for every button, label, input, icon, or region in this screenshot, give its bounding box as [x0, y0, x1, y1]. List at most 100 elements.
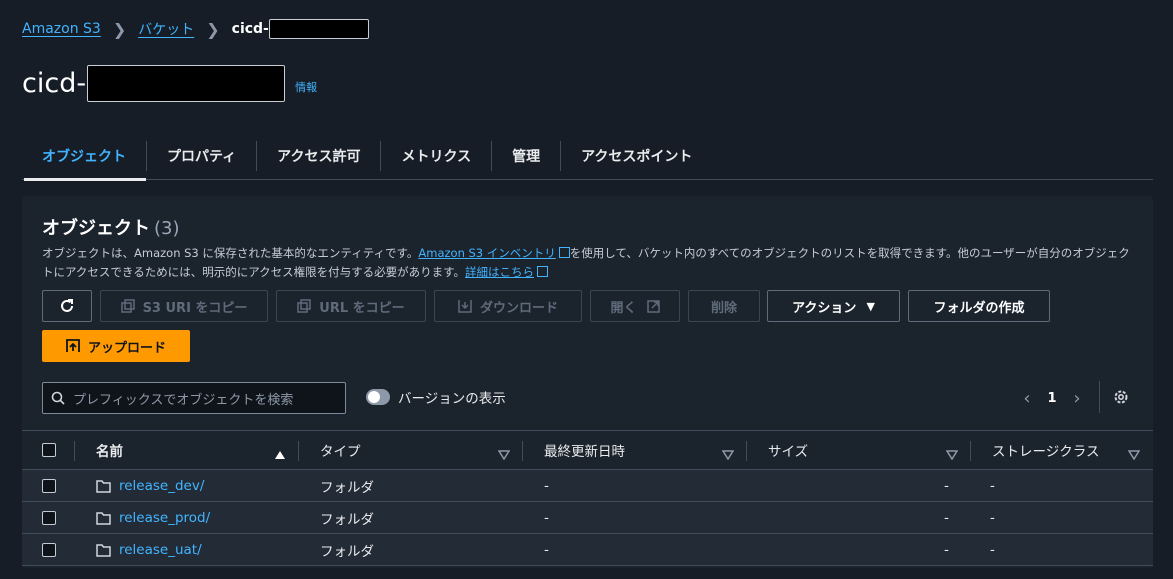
- copy-url-label: URL をコピー: [319, 300, 405, 316]
- storage-class-cell: -: [990, 478, 995, 494]
- chevron-right-icon: ❯: [206, 19, 220, 39]
- type-cell: フォルダ: [320, 512, 374, 528]
- objects-description: オブジェクトは、Amazon S3 に保存された基本的なエンティティです。Ama…: [42, 244, 1137, 282]
- objects-title: オブジェクト: [42, 218, 150, 239]
- show-versions-label: バージョンの表示: [398, 391, 506, 407]
- column-divider: [298, 441, 299, 461]
- gear-icon[interactable]: [1112, 388, 1130, 410]
- table-header: 名前 タイプ 最終更新日時 サイズ ストレージクラス: [22, 430, 1153, 470]
- s3-bucket-page: Amazon S3 ❯ バケット ❯ cicd- cicd- 情報 オブジェクト…: [0, 0, 1173, 579]
- column-header-last-modified[interactable]: 最終更新日時: [544, 431, 625, 469]
- storage-class-cell: -: [990, 510, 995, 526]
- breadcrumb-current: cicd-: [231, 21, 269, 37]
- sort-ascending-icon[interactable]: [274, 445, 286, 464]
- page-number[interactable]: 1: [1037, 391, 1067, 406]
- refresh-button[interactable]: [42, 290, 92, 322]
- folder-link[interactable]: release_uat/: [119, 542, 202, 558]
- folder-icon: [96, 479, 111, 493]
- show-versions-toggle[interactable]: [366, 389, 390, 405]
- storage-class-cell: -: [990, 542, 995, 558]
- breadcrumb-buckets[interactable]: バケット: [138, 19, 194, 39]
- download-button[interactable]: ダウンロード: [434, 290, 582, 322]
- row-checkbox[interactable]: [42, 543, 56, 557]
- upload-label: アップロード: [87, 340, 166, 356]
- learn-more-link[interactable]: 詳細はこちら: [465, 265, 534, 279]
- column-header-name[interactable]: 名前: [96, 431, 123, 469]
- name-cell: release_uat/: [96, 534, 202, 566]
- size-cell: -: [944, 478, 949, 494]
- tab-management[interactable]: 管理: [492, 137, 560, 175]
- upload-button[interactable]: アップロード: [42, 330, 190, 362]
- row-checkbox[interactable]: [42, 511, 56, 525]
- column-header-type[interactable]: タイプ: [320, 431, 361, 469]
- tab-access-points[interactable]: アクセスポイント: [561, 137, 712, 175]
- column-header-size[interactable]: サイズ: [768, 431, 808, 469]
- type-cell: フォルダ: [320, 480, 374, 496]
- redaction-block: [87, 64, 286, 102]
- toolbar-divider: [1099, 381, 1100, 413]
- chevron-right-icon[interactable]: ›: [1067, 388, 1087, 409]
- description-text: オブジェクトは、Amazon S3 に保存された基本的なエンティティです。: [42, 246, 419, 260]
- external-link-icon: [558, 247, 570, 258]
- search-placeholder: プレフィックスでオブジェクトを検索: [73, 392, 294, 408]
- sort-icon[interactable]: [497, 445, 511, 464]
- row-checkbox[interactable]: [42, 479, 56, 493]
- pagination: ‹ 1 ›: [1017, 385, 1087, 411]
- delete-button[interactable]: 削除: [688, 290, 760, 322]
- chevron-right-icon: ❯: [112, 19, 127, 39]
- table-row[interactable]: release_dev/ フォルダ - - -: [22, 470, 1153, 502]
- last-modified-cell: -: [544, 542, 549, 558]
- sort-icon[interactable]: [721, 445, 735, 464]
- folder-icon: [96, 511, 111, 525]
- copy-url-button[interactable]: URL をコピー: [276, 290, 426, 322]
- delete-label: 削除: [710, 300, 737, 316]
- search-input[interactable]: プレフィックスでオブジェクトを検索: [42, 382, 346, 414]
- table-row[interactable]: release_prod/ フォルダ - - -: [22, 502, 1153, 534]
- folder-icon: [96, 543, 111, 557]
- create-folder-label: フォルダの作成: [933, 300, 1025, 316]
- last-modified-cell: -: [544, 478, 549, 494]
- breadcrumb: Amazon S3 ❯ バケット ❯ cicd-: [22, 18, 369, 40]
- column-divider: [74, 441, 75, 461]
- search-icon: [51, 391, 65, 405]
- breadcrumb-amazon-s3[interactable]: Amazon S3: [22, 21, 101, 37]
- create-folder-button[interactable]: フォルダの作成: [908, 290, 1050, 322]
- folder-link[interactable]: release_dev/: [119, 478, 204, 494]
- sort-icon[interactable]: [1127, 445, 1141, 464]
- folder-link[interactable]: release_prod/: [119, 510, 210, 526]
- tab-bar: オブジェクト プロパティ アクセス許可 メトリクス 管理 アクセスポイント: [22, 132, 1153, 181]
- column-header-storage-class[interactable]: ストレージクラス: [992, 431, 1099, 469]
- redaction-block: [268, 19, 369, 39]
- column-divider: [746, 441, 747, 461]
- table-row[interactable]: release_uat/ フォルダ - - -: [22, 534, 1153, 566]
- tab-objects[interactable]: オブジェクト: [22, 137, 146, 181]
- copy-icon: [120, 299, 135, 313]
- upload-icon: [66, 339, 80, 353]
- open-button[interactable]: 開く: [590, 290, 680, 322]
- external-link-icon: [536, 266, 548, 277]
- external-link-icon: [646, 299, 660, 313]
- column-divider: [522, 441, 523, 461]
- objects-header: オブジェクト (3): [42, 214, 180, 240]
- sort-icon[interactable]: [945, 445, 959, 464]
- tab-metrics[interactable]: メトリクス: [381, 137, 491, 175]
- inventory-link[interactable]: Amazon S3 インベントリ: [418, 246, 555, 260]
- name-cell: release_prod/: [96, 502, 210, 534]
- size-cell: -: [944, 542, 949, 558]
- size-cell: -: [944, 510, 949, 526]
- copy-s3-uri-button[interactable]: S3 URI をコピー: [100, 290, 268, 322]
- copy-icon: [297, 299, 312, 313]
- tab-permissions[interactable]: アクセス許可: [257, 137, 380, 175]
- download-label: ダウンロード: [479, 300, 558, 316]
- actions-dropdown[interactable]: アクション ▼: [767, 290, 900, 322]
- select-all-checkbox[interactable]: [42, 443, 56, 457]
- chevron-left-icon[interactable]: ‹: [1017, 388, 1037, 409]
- page-header: cicd- 情報: [22, 64, 317, 102]
- last-modified-cell: -: [544, 510, 549, 526]
- open-label: 開く: [610, 300, 637, 316]
- refresh-icon: [61, 299, 73, 312]
- info-link[interactable]: 情報: [295, 79, 317, 95]
- tab-properties[interactable]: プロパティ: [147, 137, 256, 175]
- objects-count: (3): [154, 218, 180, 239]
- type-cell: フォルダ: [320, 544, 374, 560]
